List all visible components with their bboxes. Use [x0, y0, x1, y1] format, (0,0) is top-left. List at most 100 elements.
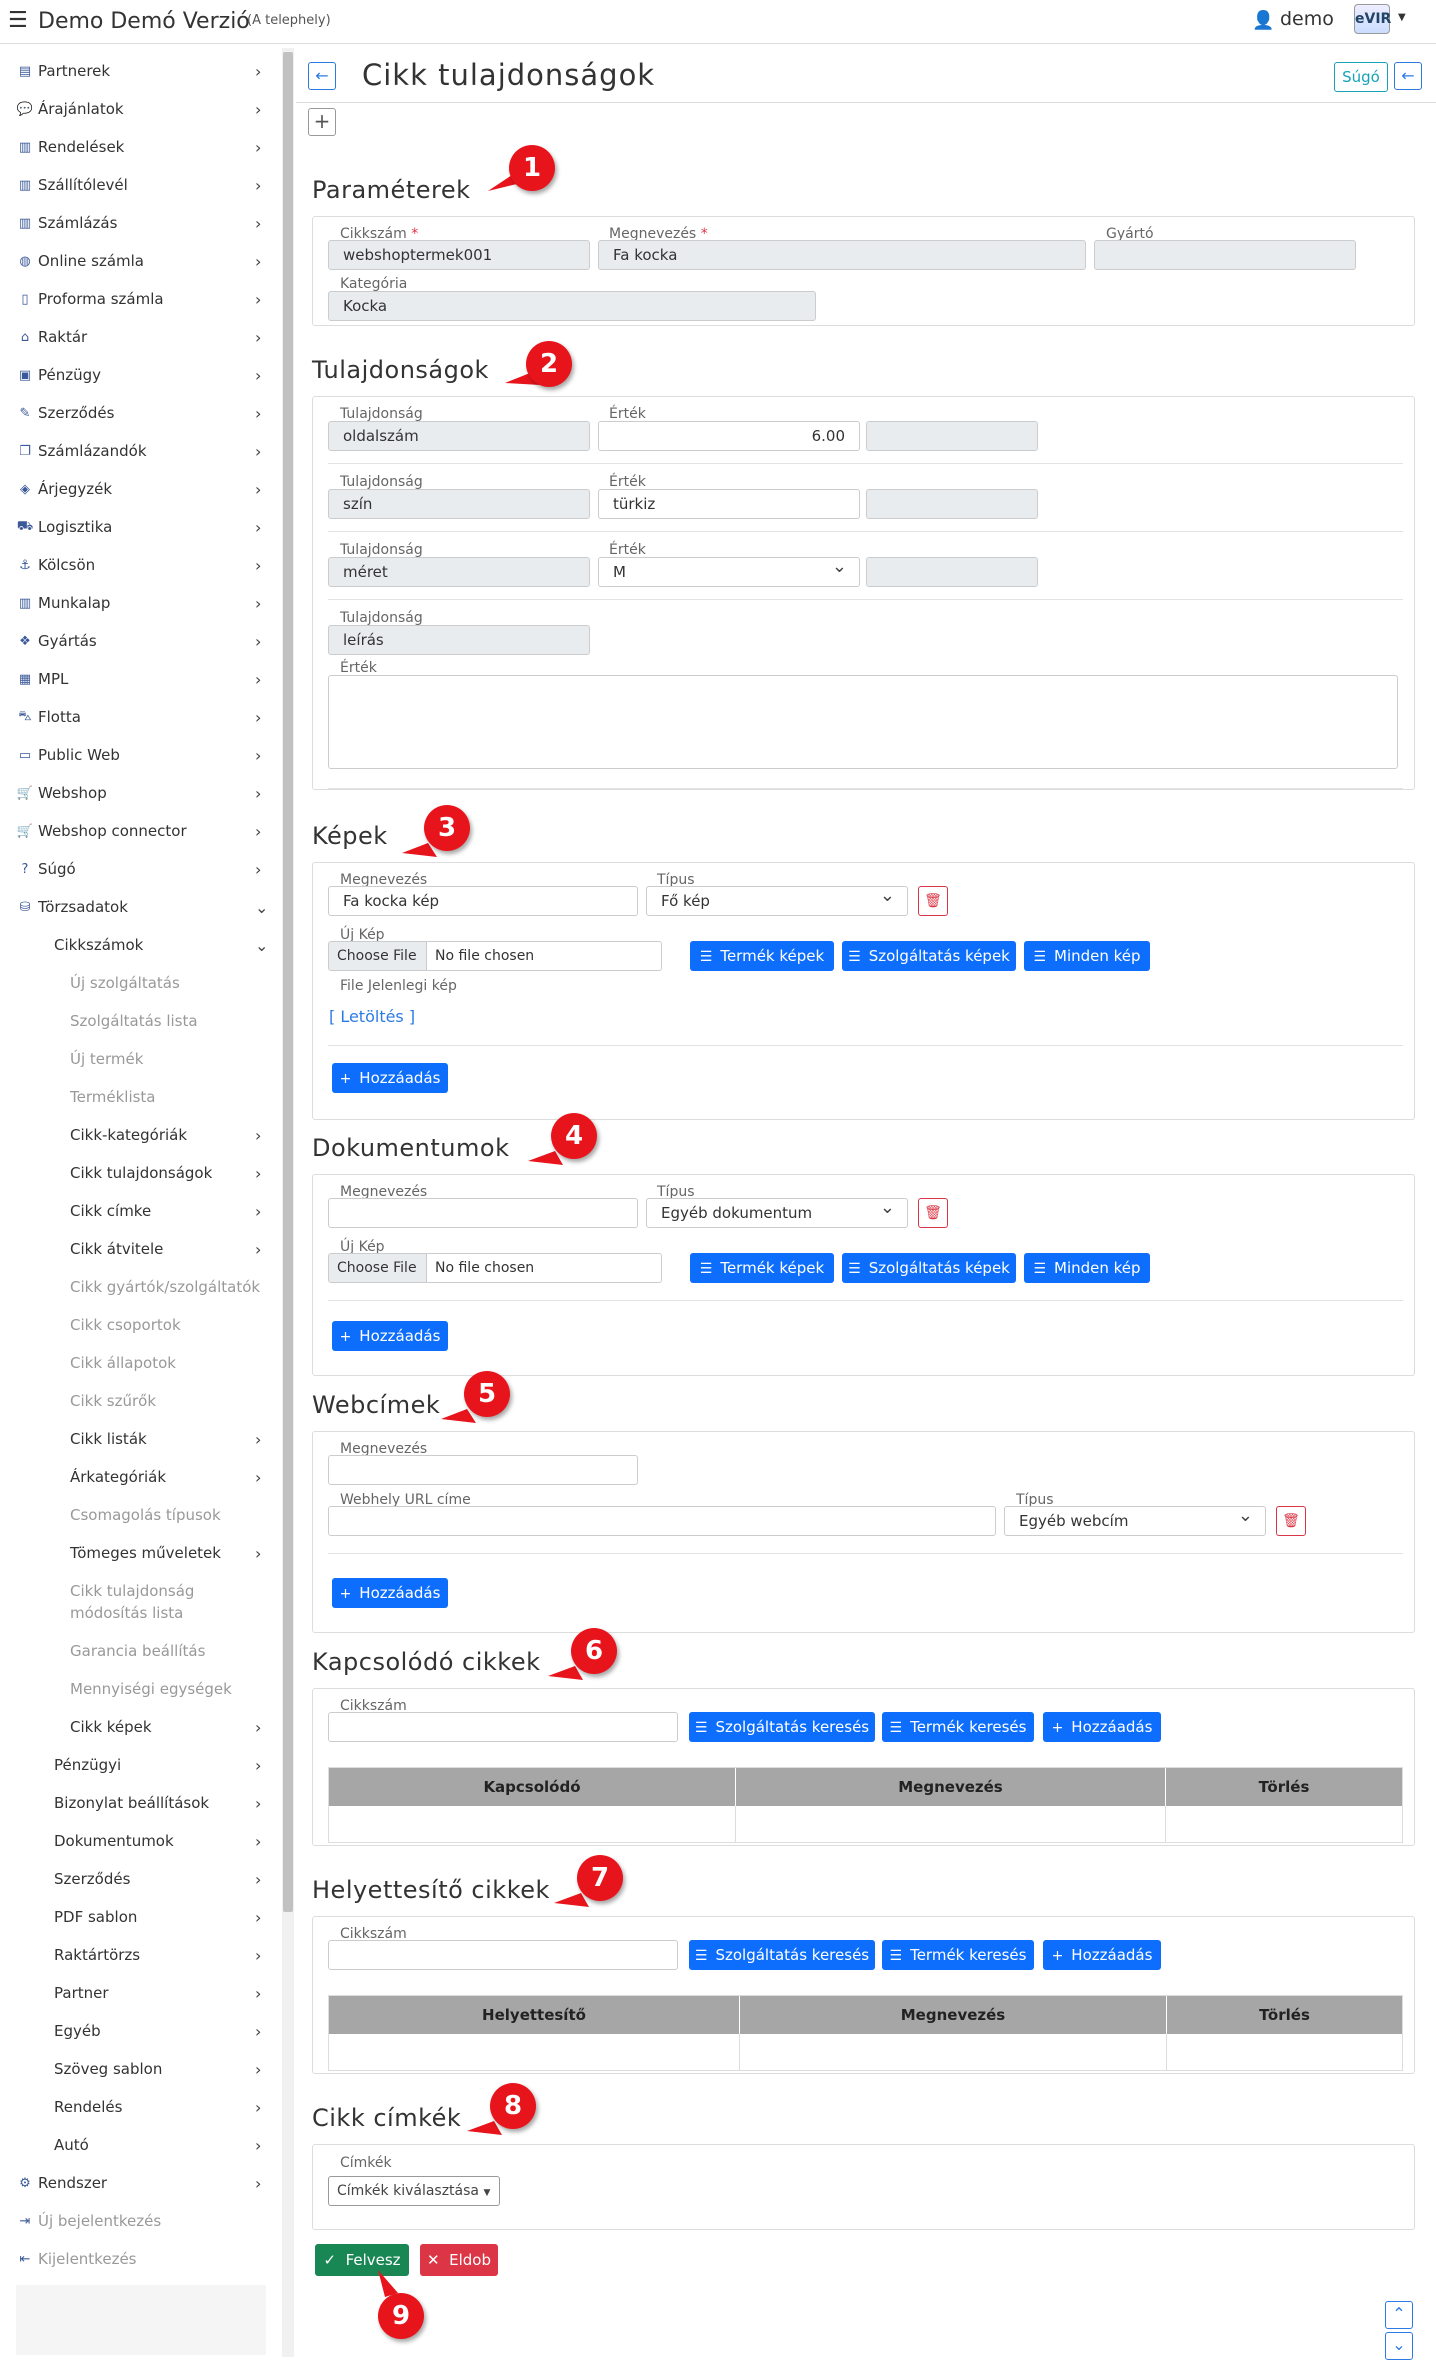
scroll-down-icon[interactable]: ⌄	[1385, 2332, 1413, 2360]
add-webaddress-button[interactable]: + Hozzáadás	[332, 1578, 448, 1608]
sidebar-subitem[interactable]: Szolgáltatás lista	[0, 1008, 280, 1034]
product-images-button[interactable]: ☰ Termék képek	[690, 1253, 834, 1283]
sidebar-subitem[interactable]: Szerződés ›	[0, 1866, 280, 1892]
sidebar-subitem[interactable]: Pénzügyi ›	[0, 1752, 280, 1778]
image-name-field[interactable]: Fa kocka kép	[328, 886, 638, 916]
sidebar-subitem[interactable]: Szöveg sablon ›	[0, 2056, 280, 2082]
property-name-field[interactable]: leírás	[328, 625, 590, 655]
add-image-button[interactable]: + Hozzáadás	[332, 1063, 448, 1093]
choose-file-button[interactable]: Choose File	[329, 942, 427, 970]
add-substitute-button[interactable]: + Hozzáadás	[1043, 1940, 1161, 1970]
property-value-field[interactable]: türkiz	[598, 489, 860, 519]
property-name-field[interactable]: oldalszám	[328, 421, 590, 451]
sidebar-item[interactable]: 💬 Árajánlatok ›	[0, 96, 280, 122]
back-arrow-icon[interactable]: ←	[1394, 62, 1422, 90]
gyarto-field[interactable]	[1094, 240, 1356, 270]
sidebar-subitem[interactable]: Egyéb ›	[0, 2018, 280, 2044]
all-images-button[interactable]: ☰ Minden kép	[1024, 941, 1150, 971]
sidebar-subitem[interactable]: Garancia beállítás	[0, 1638, 280, 1664]
sidebar-subitem[interactable]: Cikk állapotok	[0, 1350, 280, 1376]
download-link[interactable]: [ Letöltés ]	[329, 1007, 415, 1026]
service-search-button[interactable]: ☰ Szolgáltatás keresés	[689, 1712, 875, 1742]
sidebar-subitem[interactable]: Cikk gyártók/szolgáltatók	[0, 1274, 280, 1300]
sidebar-item[interactable]: 🛒 Webshop connector ›	[0, 818, 280, 844]
web-name-field[interactable]	[328, 1455, 638, 1485]
sidebar-subitem[interactable]: Autó ›	[0, 2132, 280, 2158]
help-button[interactable]: Súgó	[1334, 62, 1388, 92]
web-url-field[interactable]	[328, 1506, 996, 1536]
sidebar-subitem[interactable]: Új szolgáltatás	[0, 970, 280, 996]
all-images-button[interactable]: ☰ Minden kép	[1024, 1253, 1150, 1283]
sidebar-item[interactable]: ❖ Gyártás ›	[0, 628, 280, 654]
sidebar-item[interactable]: ▦ MPL ›	[0, 666, 280, 692]
sidebar-subitem[interactable]: Terméklista	[0, 1084, 280, 1110]
add-related-button[interactable]: + Hozzáadás	[1043, 1712, 1161, 1742]
user-icon[interactable]: 👤	[1252, 10, 1274, 31]
product-search-button[interactable]: ☰ Termék keresés	[882, 1940, 1034, 1970]
sidebar-item[interactable]: ◍ Online számla ›	[0, 248, 280, 274]
sidebar-subitem[interactable]: Bizonylat beállítások ›	[0, 1790, 280, 1816]
sidebar-subitem[interactable]: Rendelés ›	[0, 2094, 280, 2120]
service-images-button[interactable]: ☰ Szolgáltatás képek	[842, 1253, 1016, 1283]
doc-name-field[interactable]	[328, 1198, 638, 1228]
sidebar-item[interactable]: ⛍ Flotta ›	[0, 704, 280, 730]
sidebar-subitem[interactable]: módosítás lista	[0, 1600, 280, 1626]
add-document-button[interactable]: + Hozzáadás	[332, 1321, 448, 1351]
doc-type-select[interactable]: Egyéb dokumentum	[646, 1198, 908, 1228]
sidebar-subitem[interactable]: Új termék	[0, 1046, 280, 1072]
megnevezes-field[interactable]: Fa kocka	[598, 240, 1086, 270]
sidebar-subitem[interactable]: Dokumentumok ›	[0, 1828, 280, 1854]
sidebar-subitem[interactable]: PDF sablon ›	[0, 1904, 280, 1930]
product-search-button[interactable]: ☰ Termék keresés	[882, 1712, 1034, 1742]
sidebar-item[interactable]: ▭ Public Web ›	[0, 742, 280, 768]
choose-file-button[interactable]: Choose File	[329, 1254, 427, 1282]
delete-icon[interactable]: 🗑	[1276, 1506, 1306, 1536]
sidebar-item[interactable]: ◈ Árjegyzék ›	[0, 476, 280, 502]
delete-icon[interactable]: 🗑	[918, 886, 948, 916]
caret-down-icon[interactable]: ▼	[1398, 12, 1406, 23]
sidebar-item[interactable]: 🛒 Webshop ›	[0, 780, 280, 806]
substitute-cikkszam-field[interactable]	[328, 1940, 678, 1970]
property-value-field[interactable]: 6.00	[598, 421, 860, 451]
sidebar-subitem[interactable]: Cikk-kategóriák ›	[0, 1122, 280, 1148]
sidebar-item[interactable]: ⌂ Raktár ›	[0, 324, 280, 350]
sidebar-subitem[interactable]: Árkategóriák ›	[0, 1464, 280, 1490]
delete-icon[interactable]: 🗑	[918, 1198, 948, 1228]
description-textarea[interactable]	[328, 675, 1398, 769]
sidebar-subitem[interactable]: Csomagolás típusok	[0, 1502, 280, 1528]
sidebar-subitem[interactable]: Partner ›	[0, 1980, 280, 2006]
sidebar-item[interactable]: ▣ Pénzügy ›	[0, 362, 280, 388]
web-type-select[interactable]: Egyéb webcím	[1004, 1506, 1266, 1536]
add-icon[interactable]: +	[308, 108, 336, 136]
sidebar-item[interactable]: ⛁ Törzsadatok ⌄	[0, 894, 280, 920]
sidebar-item[interactable]: ▥ Munkalap ›	[0, 590, 280, 616]
menu-icon[interactable]: ☰	[8, 10, 28, 32]
sidebar-subitem[interactable]: Cikk képek ›	[0, 1714, 280, 1740]
kategoria-field[interactable]: Kocka	[328, 291, 816, 321]
sidebar-item[interactable]: ▥ Rendelések ›	[0, 134, 280, 160]
sidebar-item[interactable]: ⛟ Logisztika ›	[0, 514, 280, 540]
image-type-select[interactable]: Fő kép	[646, 886, 908, 916]
service-images-button[interactable]: ☰ Szolgáltatás képek	[842, 941, 1016, 971]
sidebar-item[interactable]: ? Súgó ›	[0, 856, 280, 882]
cikkszam-field[interactable]: webshoptermek001	[328, 240, 590, 270]
sidebar-subitem[interactable]: Cikk átvitele ›	[0, 1236, 280, 1262]
sidebar-subitem[interactable]: Raktártörzs ›	[0, 1942, 280, 1968]
sidebar-item[interactable]: ⇤ Kijelentkezés	[0, 2246, 280, 2272]
back-arrow-icon[interactable]: ←	[308, 62, 336, 90]
discard-button[interactable]: ✕ Eldob	[420, 2244, 498, 2276]
related-cikkszam-field[interactable]	[328, 1712, 678, 1742]
sidebar-subitem[interactable]: Cikkszámok ⌄	[0, 932, 280, 958]
property-value-select[interactable]: M	[598, 557, 860, 587]
evir-logo[interactable]: eVIR	[1354, 4, 1391, 34]
sidebar-item[interactable]: ⚓ Kölcsön ›	[0, 552, 280, 578]
sidebar-subitem[interactable]: Cikk csoportok	[0, 1312, 280, 1338]
sidebar-subitem[interactable]: Cikk címke ›	[0, 1198, 280, 1224]
save-button[interactable]: ✓ Felvesz	[315, 2244, 409, 2276]
sidebar-subitem[interactable]: Mennyiségi egységek	[0, 1676, 280, 1702]
sidebar-item[interactable]: ⇥ Új bejelentkezés	[0, 2208, 280, 2234]
sidebar-subitem[interactable]: Cikk szűrők	[0, 1388, 280, 1414]
service-search-button[interactable]: ☰ Szolgáltatás keresés	[689, 1940, 875, 1970]
scroll-up-icon[interactable]: ⌃	[1385, 2301, 1413, 2329]
sidebar-subitem[interactable]: Cikk tulajdonságok ›	[0, 1160, 280, 1186]
